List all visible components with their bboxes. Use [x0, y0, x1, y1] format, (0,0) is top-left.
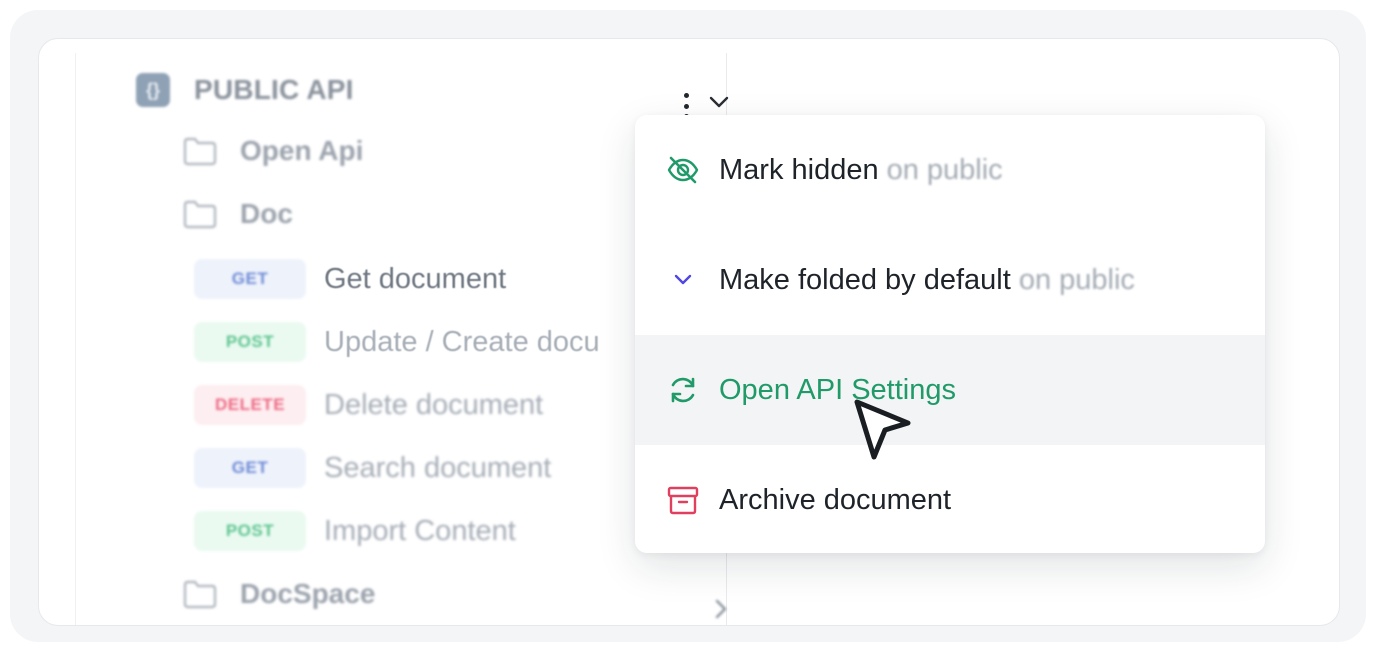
tree-folder[interactable]: Open Api — [182, 135, 363, 167]
folder-label: Doc — [240, 198, 293, 229]
folder-icon — [182, 199, 218, 229]
chevron-down-icon — [665, 262, 701, 298]
archive-icon — [665, 482, 701, 518]
menu-item-suffix: on public — [1018, 263, 1135, 296]
endpoint-label: Get document — [324, 262, 507, 295]
app-panel: {} PUBLIC API Open Api Doc GET Get docum… — [38, 38, 1340, 626]
tree-folder-docspace[interactable]: DocSpace — [182, 578, 375, 610]
mouse-cursor-icon — [854, 399, 914, 468]
method-badge-get: GET — [194, 259, 306, 299]
refresh-icon — [665, 372, 701, 408]
context-menu: Mark hidden on public Make folded by def… — [635, 115, 1265, 553]
method-badge-delete: DELETE — [194, 385, 306, 425]
method-badge-get: GET — [194, 448, 306, 488]
menu-item-label: Mark hidden — [719, 153, 879, 186]
method-badge-post: POST — [194, 322, 306, 362]
tree-folder[interactable]: Doc — [182, 198, 293, 230]
menu-item-archive-document[interactable]: Archive document — [635, 445, 1265, 553]
kebab-dot — [683, 103, 689, 109]
folder-label: DocSpace — [240, 578, 376, 609]
chevron-down-icon[interactable] — [708, 95, 730, 114]
folder-label: Open Api — [240, 135, 364, 166]
eye-off-icon — [665, 152, 701, 188]
endpoint-label: Update / Create docu — [324, 325, 600, 358]
menu-item-label: Make folded by default — [719, 263, 1011, 296]
endpoint-label: Search document — [324, 451, 552, 484]
menu-item-suffix: on public — [886, 153, 1003, 186]
menu-item-label: Open API Settings — [719, 373, 956, 406]
section-title: PUBLIC API — [194, 74, 354, 105]
api-sidebar: {} PUBLIC API Open Api Doc GET Get docum… — [75, 53, 730, 625]
menu-item-label: Archive document — [719, 483, 952, 516]
method-badge-post: POST — [194, 511, 306, 551]
folder-icon — [182, 136, 218, 166]
code-block-icon: {} — [136, 73, 170, 107]
folder-icon — [182, 579, 218, 609]
endpoint-label: Import Content — [324, 514, 516, 547]
menu-item-mark-hidden[interactable]: Mark hidden on public — [635, 115, 1265, 225]
menu-item-open-api-settings[interactable]: Open API Settings — [635, 335, 1265, 445]
kebab-dot — [683, 93, 689, 98]
endpoint-item[interactable]: POST Import Content — [194, 511, 516, 551]
menu-item-make-folded[interactable]: Make folded by default on public — [635, 225, 1265, 335]
endpoint-item[interactable]: GET Search document — [194, 448, 551, 488]
endpoint-item[interactable]: GET Get document — [194, 259, 506, 299]
chevron-right-icon[interactable] — [714, 598, 728, 625]
endpoint-label: Delete document — [324, 388, 544, 421]
endpoint-item[interactable]: POST Update / Create docu — [194, 322, 600, 362]
endpoint-item[interactable]: DELETE Delete document — [194, 385, 543, 425]
section-header-public-api[interactable]: {} PUBLIC API — [136, 73, 354, 107]
